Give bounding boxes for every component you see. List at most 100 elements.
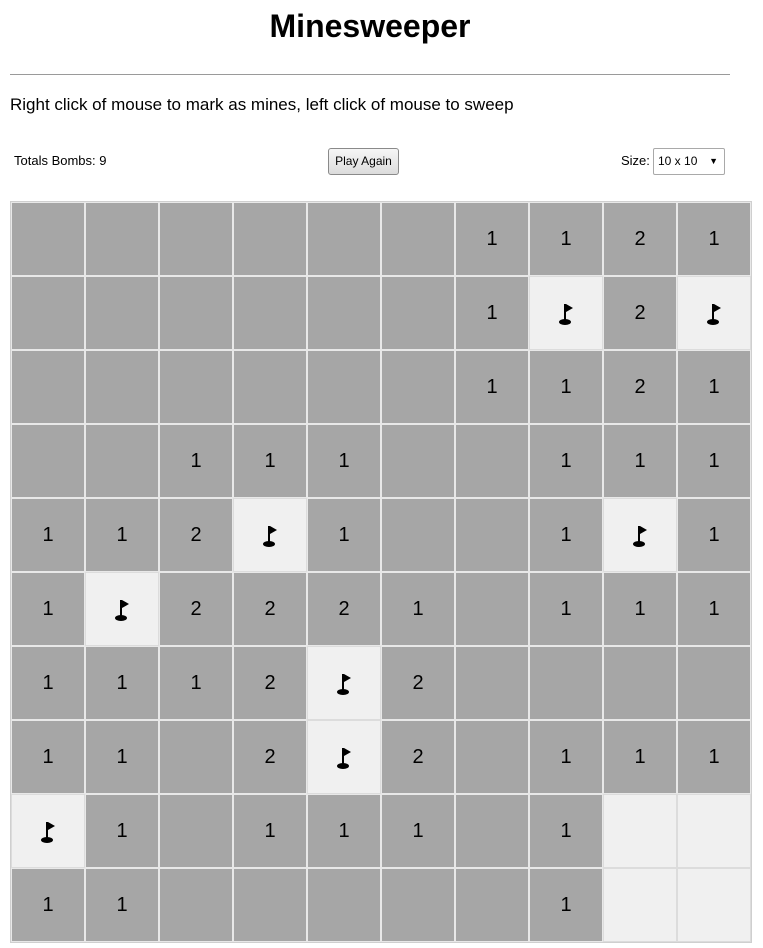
board-cell[interactable]	[11, 794, 85, 868]
board-cell[interactable]	[603, 498, 677, 572]
board-cell[interactable]	[381, 276, 455, 350]
board-cell[interactable]	[85, 424, 159, 498]
board-cell[interactable]: 1	[11, 572, 85, 646]
play-again-button[interactable]: Play Again	[328, 148, 399, 175]
board-cell[interactable]: 1	[307, 424, 381, 498]
board-cell[interactable]	[307, 350, 381, 424]
board-cell[interactable]: 1	[11, 720, 85, 794]
board-cell[interactable]	[85, 572, 159, 646]
board-cell[interactable]: 1	[455, 276, 529, 350]
board-cell[interactable]	[307, 276, 381, 350]
board-cell[interactable]	[11, 202, 85, 276]
board-cell[interactable]	[159, 202, 233, 276]
board-cell[interactable]: 1	[603, 720, 677, 794]
board-cell[interactable]: 1	[233, 794, 307, 868]
board-cell[interactable]: 2	[233, 572, 307, 646]
board-cell[interactable]: 1	[677, 720, 751, 794]
board-cell[interactable]	[603, 868, 677, 942]
board-cell[interactable]: 2	[159, 572, 233, 646]
board-cell[interactable]: 1	[603, 424, 677, 498]
board-cell[interactable]	[159, 794, 233, 868]
board-cell[interactable]	[529, 276, 603, 350]
board-cell[interactable]: 1	[529, 794, 603, 868]
board-cell[interactable]	[233, 868, 307, 942]
board-cell[interactable]	[233, 350, 307, 424]
board-cell[interactable]: 2	[233, 646, 307, 720]
board-cell[interactable]	[455, 424, 529, 498]
board-cell[interactable]	[529, 646, 603, 720]
board-cell[interactable]	[159, 350, 233, 424]
board-cell[interactable]: 1	[677, 350, 751, 424]
board-cell[interactable]: 1	[11, 646, 85, 720]
board-cell[interactable]	[159, 276, 233, 350]
board-cell[interactable]: 2	[381, 720, 455, 794]
board-cell[interactable]	[455, 498, 529, 572]
board-cell[interactable]: 1	[677, 424, 751, 498]
board-cell[interactable]	[603, 794, 677, 868]
board-cell[interactable]: 1	[307, 794, 381, 868]
board-cell[interactable]: 1	[529, 720, 603, 794]
board-cell[interactable]	[11, 276, 85, 350]
board-cell[interactable]: 1	[233, 424, 307, 498]
board-cell[interactable]: 2	[603, 276, 677, 350]
board-cell[interactable]	[233, 202, 307, 276]
board-cell[interactable]: 2	[159, 498, 233, 572]
board-cell[interactable]	[307, 868, 381, 942]
board-cell[interactable]: 1	[529, 498, 603, 572]
board-cell[interactable]	[85, 276, 159, 350]
board-cell[interactable]	[603, 646, 677, 720]
board-cell[interactable]	[677, 868, 751, 942]
board-cell[interactable]: 1	[85, 794, 159, 868]
board-cell[interactable]	[233, 498, 307, 572]
board-cell[interactable]: 1	[677, 498, 751, 572]
board-cell[interactable]: 1	[455, 202, 529, 276]
board-cell[interactable]	[159, 720, 233, 794]
board-cell[interactable]: 1	[603, 572, 677, 646]
board-cell[interactable]: 1	[529, 572, 603, 646]
board-cell[interactable]: 1	[85, 720, 159, 794]
board-cell[interactable]	[381, 202, 455, 276]
board-cell[interactable]: 2	[603, 350, 677, 424]
size-select[interactable]: 10 x 10 ▼	[653, 148, 725, 175]
board-cell[interactable]: 1	[159, 424, 233, 498]
board-cell[interactable]	[11, 350, 85, 424]
board-cell[interactable]: 2	[233, 720, 307, 794]
board-cell[interactable]: 2	[603, 202, 677, 276]
board-cell[interactable]: 1	[159, 646, 233, 720]
board-cell[interactable]	[381, 868, 455, 942]
board-cell[interactable]: 1	[11, 498, 85, 572]
board-cell[interactable]	[233, 276, 307, 350]
board-cell[interactable]	[307, 202, 381, 276]
board-cell[interactable]: 1	[381, 794, 455, 868]
board-cell[interactable]	[455, 572, 529, 646]
board-cell[interactable]: 1	[455, 350, 529, 424]
board-cell[interactable]: 2	[307, 572, 381, 646]
board-cell[interactable]	[307, 646, 381, 720]
board-cell[interactable]: 1	[529, 350, 603, 424]
board-cell[interactable]: 1	[85, 646, 159, 720]
board-cell[interactable]: 1	[529, 868, 603, 942]
board-cell[interactable]: 1	[529, 202, 603, 276]
board-cell[interactable]	[381, 498, 455, 572]
board-cell[interactable]	[307, 720, 381, 794]
board-cell[interactable]	[381, 350, 455, 424]
board-cell[interactable]	[677, 276, 751, 350]
board-cell[interactable]: 1	[677, 202, 751, 276]
board-cell[interactable]	[677, 646, 751, 720]
board-cell[interactable]	[455, 868, 529, 942]
board-cell[interactable]: 2	[381, 646, 455, 720]
board-cell[interactable]: 1	[381, 572, 455, 646]
board-cell[interactable]: 1	[85, 498, 159, 572]
board-cell[interactable]	[677, 794, 751, 868]
board-cell[interactable]: 1	[85, 868, 159, 942]
board-cell[interactable]	[455, 720, 529, 794]
board-cell[interactable]: 1	[307, 498, 381, 572]
board-cell[interactable]	[455, 646, 529, 720]
board-cell[interactable]: 1	[677, 572, 751, 646]
board-cell[interactable]	[85, 350, 159, 424]
board-cell[interactable]	[85, 202, 159, 276]
board-cell[interactable]: 1	[529, 424, 603, 498]
board-cell[interactable]	[455, 794, 529, 868]
board-cell[interactable]	[11, 424, 85, 498]
board-cell[interactable]	[159, 868, 233, 942]
